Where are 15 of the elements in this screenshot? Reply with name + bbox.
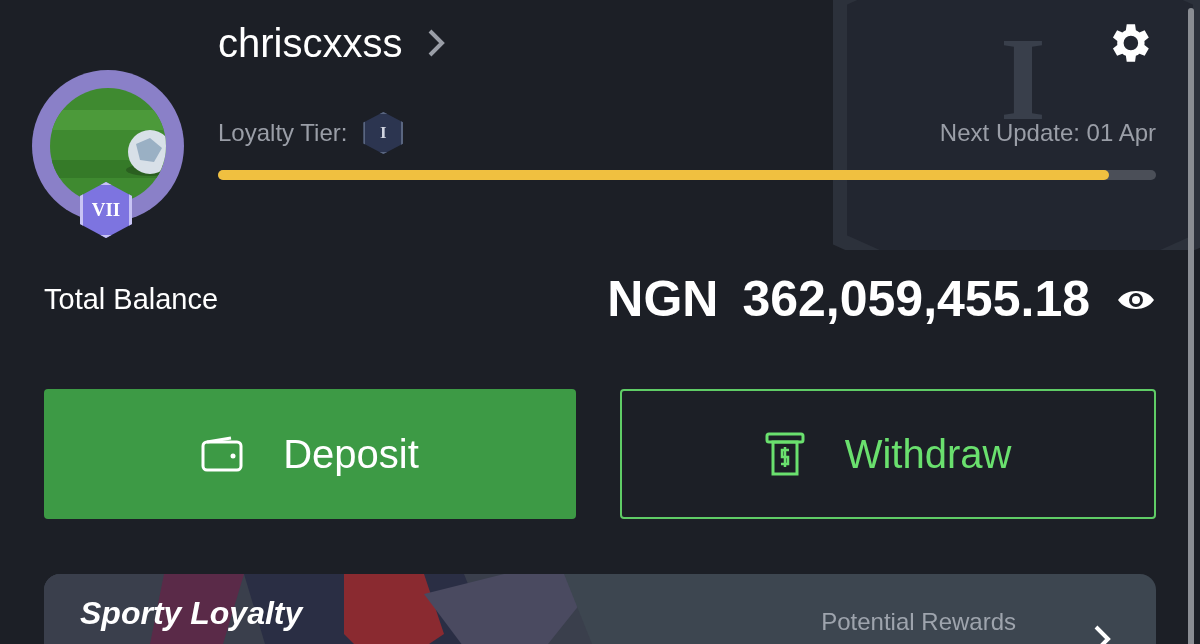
balance-amount: 362,059,455.18: [742, 270, 1090, 329]
chevron-right-icon[interactable]: [426, 28, 447, 58]
cash-icon: [764, 432, 805, 476]
wallet-icon: [201, 436, 244, 472]
currency-code: NGN: [607, 270, 719, 329]
deposit-button[interactable]: Deposit: [44, 389, 576, 519]
card-subtitle: Potential Rewards: [821, 607, 1016, 637]
next-update-text: Next Update: 01 Apr: [939, 119, 1156, 148]
card-title: Sporty Loyalty: [80, 596, 303, 632]
username[interactable]: chriscxxss: [218, 23, 403, 63]
balance-label: Total Balance: [44, 281, 219, 317]
withdraw-button[interactable]: Withdraw: [620, 389, 1156, 519]
tier-label: Loyalty Tier:: [218, 118, 348, 148]
loyalty-card[interactable]: Sporty Loyalty Potential Rewards: [44, 574, 1156, 644]
tier-badge: I: [363, 112, 404, 154]
